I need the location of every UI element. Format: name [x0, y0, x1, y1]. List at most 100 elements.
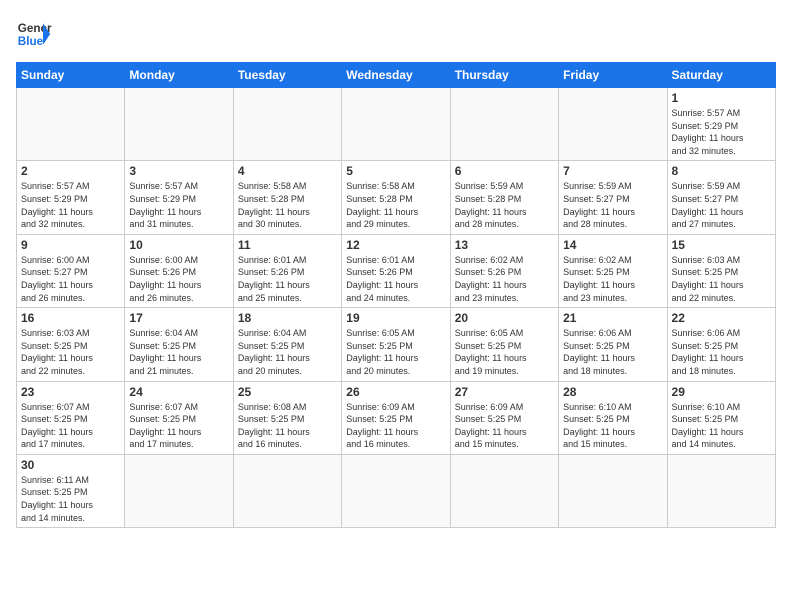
day-info: Sunrise: 6:04 AM Sunset: 5:25 PM Dayligh… — [238, 327, 337, 377]
day-cell — [450, 88, 558, 161]
day-number: 11 — [238, 238, 337, 252]
day-cell: 2 Sunrise: 5:57 AM Sunset: 5:29 PM Daylig… — [17, 161, 125, 234]
day-cell: 26 Sunrise: 6:09 AM Sunset: 5:25 PM Dayli… — [342, 381, 450, 454]
day-cell: 1 Sunrise: 5:57 AM Sunset: 5:29 PM Daylig… — [667, 88, 775, 161]
weekday-header-friday: Friday — [559, 63, 667, 88]
day-info: Sunrise: 6:00 AM Sunset: 5:26 PM Dayligh… — [129, 254, 228, 304]
day-number: 22 — [672, 311, 771, 325]
day-number: 1 — [672, 91, 771, 105]
weekday-header-monday: Monday — [125, 63, 233, 88]
day-info: Sunrise: 6:10 AM Sunset: 5:25 PM Dayligh… — [672, 401, 771, 451]
day-info: Sunrise: 5:58 AM Sunset: 5:28 PM Dayligh… — [238, 180, 337, 230]
day-info: Sunrise: 6:02 AM Sunset: 5:25 PM Dayligh… — [563, 254, 662, 304]
day-info: Sunrise: 6:10 AM Sunset: 5:25 PM Dayligh… — [563, 401, 662, 451]
day-number: 27 — [455, 385, 554, 399]
day-info: Sunrise: 6:04 AM Sunset: 5:25 PM Dayligh… — [129, 327, 228, 377]
page-container: General Blue SundayMondayTuesdayWednesda… — [16, 16, 776, 528]
day-number: 3 — [129, 164, 228, 178]
logo-icon: General Blue — [16, 16, 52, 52]
day-cell — [342, 454, 450, 527]
day-cell: 8 Sunrise: 5:59 AM Sunset: 5:27 PM Daylig… — [667, 161, 775, 234]
day-cell: 15Sunrise: 6:03 AM Sunset: 5:25 PM Dayli… — [667, 234, 775, 307]
day-info: Sunrise: 6:08 AM Sunset: 5:25 PM Dayligh… — [238, 401, 337, 451]
day-number: 14 — [563, 238, 662, 252]
day-info: Sunrise: 6:09 AM Sunset: 5:25 PM Dayligh… — [346, 401, 445, 451]
day-number: 2 — [21, 164, 120, 178]
day-info: Sunrise: 6:06 AM Sunset: 5:25 PM Dayligh… — [563, 327, 662, 377]
day-info: Sunrise: 5:57 AM Sunset: 5:29 PM Dayligh… — [21, 180, 120, 230]
day-number: 20 — [455, 311, 554, 325]
day-cell: 13Sunrise: 6:02 AM Sunset: 5:26 PM Dayli… — [450, 234, 558, 307]
weekday-header-wednesday: Wednesday — [342, 63, 450, 88]
day-number: 29 — [672, 385, 771, 399]
day-info: Sunrise: 6:09 AM Sunset: 5:25 PM Dayligh… — [455, 401, 554, 451]
day-number: 26 — [346, 385, 445, 399]
day-info: Sunrise: 6:05 AM Sunset: 5:25 PM Dayligh… — [346, 327, 445, 377]
day-cell — [125, 454, 233, 527]
day-info: Sunrise: 6:07 AM Sunset: 5:25 PM Dayligh… — [129, 401, 228, 451]
day-cell — [450, 454, 558, 527]
day-cell: 5 Sunrise: 5:58 AM Sunset: 5:28 PM Daylig… — [342, 161, 450, 234]
day-cell: 21 Sunrise: 6:06 AM Sunset: 5:25 PM Dayli… — [559, 308, 667, 381]
day-number: 23 — [21, 385, 120, 399]
week-row-6: 30Sunrise: 6:11 AM Sunset: 5:25 PM Dayli… — [17, 454, 776, 527]
calendar-table: SundayMondayTuesdayWednesdayThursdayFrid… — [16, 62, 776, 528]
day-cell: 22 Sunrise: 6:06 AM Sunset: 5:25 PM Dayli… — [667, 308, 775, 381]
day-cell: 10 Sunrise: 6:00 AM Sunset: 5:26 PM Dayli… — [125, 234, 233, 307]
day-info: Sunrise: 6:00 AM Sunset: 5:27 PM Dayligh… — [21, 254, 120, 304]
day-info: Sunrise: 5:57 AM Sunset: 5:29 PM Dayligh… — [672, 107, 771, 157]
day-info: Sunrise: 5:59 AM Sunset: 5:28 PM Dayligh… — [455, 180, 554, 230]
day-number: 6 — [455, 164, 554, 178]
week-row-2: 2 Sunrise: 5:57 AM Sunset: 5:29 PM Daylig… — [17, 161, 776, 234]
day-info: Sunrise: 6:02 AM Sunset: 5:26 PM Dayligh… — [455, 254, 554, 304]
day-info: Sunrise: 6:05 AM Sunset: 5:25 PM Dayligh… — [455, 327, 554, 377]
day-info: Sunrise: 5:57 AM Sunset: 5:29 PM Dayligh… — [129, 180, 228, 230]
day-info: Sunrise: 5:59 AM Sunset: 5:27 PM Dayligh… — [672, 180, 771, 230]
day-cell: 23 Sunrise: 6:07 AM Sunset: 5:25 PM Dayli… — [17, 381, 125, 454]
day-number: 16 — [21, 311, 120, 325]
day-info: Sunrise: 6:03 AM Sunset: 5:25 PM Dayligh… — [672, 254, 771, 304]
day-cell: 4Sunrise: 5:58 AM Sunset: 5:28 PM Daylig… — [233, 161, 341, 234]
day-number: 12 — [346, 238, 445, 252]
day-number: 10 — [129, 238, 228, 252]
svg-text:Blue: Blue — [18, 35, 44, 48]
logo: General Blue — [16, 16, 52, 52]
day-number: 24 — [129, 385, 228, 399]
day-cell — [559, 454, 667, 527]
day-info: Sunrise: 6:01 AM Sunset: 5:26 PM Dayligh… — [238, 254, 337, 304]
day-cell: 7Sunrise: 5:59 AM Sunset: 5:27 PM Daylig… — [559, 161, 667, 234]
day-info: Sunrise: 6:06 AM Sunset: 5:25 PM Dayligh… — [672, 327, 771, 377]
day-info: Sunrise: 6:11 AM Sunset: 5:25 PM Dayligh… — [21, 474, 120, 524]
day-cell: 16Sunrise: 6:03 AM Sunset: 5:25 PM Dayli… — [17, 308, 125, 381]
day-cell: 27 Sunrise: 6:09 AM Sunset: 5:25 PM Dayli… — [450, 381, 558, 454]
day-cell — [559, 88, 667, 161]
day-cell: 19Sunrise: 6:05 AM Sunset: 5:25 PM Dayli… — [342, 308, 450, 381]
weekday-header-row: SundayMondayTuesdayWednesdayThursdayFrid… — [17, 63, 776, 88]
day-number: 5 — [346, 164, 445, 178]
weekday-header-tuesday: Tuesday — [233, 63, 341, 88]
day-number: 25 — [238, 385, 337, 399]
day-cell: 17 Sunrise: 6:04 AM Sunset: 5:25 PM Dayli… — [125, 308, 233, 381]
day-info: Sunrise: 5:58 AM Sunset: 5:28 PM Dayligh… — [346, 180, 445, 230]
day-cell: 11 Sunrise: 6:01 AM Sunset: 5:26 PM Dayli… — [233, 234, 341, 307]
week-row-3: 9 Sunrise: 6:00 AM Sunset: 5:27 PM Daylig… — [17, 234, 776, 307]
day-cell: 30Sunrise: 6:11 AM Sunset: 5:25 PM Dayli… — [17, 454, 125, 527]
day-info: Sunrise: 6:07 AM Sunset: 5:25 PM Dayligh… — [21, 401, 120, 451]
day-number: 17 — [129, 311, 228, 325]
day-number: 7 — [563, 164, 662, 178]
day-cell: 20 Sunrise: 6:05 AM Sunset: 5:25 PM Dayli… — [450, 308, 558, 381]
week-row-1: 1 Sunrise: 5:57 AM Sunset: 5:29 PM Daylig… — [17, 88, 776, 161]
day-cell: 18Sunrise: 6:04 AM Sunset: 5:25 PM Dayli… — [233, 308, 341, 381]
day-cell: 14 Sunrise: 6:02 AM Sunset: 5:25 PM Dayli… — [559, 234, 667, 307]
day-number: 21 — [563, 311, 662, 325]
week-row-4: 16Sunrise: 6:03 AM Sunset: 5:25 PM Dayli… — [17, 308, 776, 381]
day-cell: 9 Sunrise: 6:00 AM Sunset: 5:27 PM Daylig… — [17, 234, 125, 307]
day-cell — [342, 88, 450, 161]
day-number: 8 — [672, 164, 771, 178]
day-number: 28 — [563, 385, 662, 399]
weekday-header-thursday: Thursday — [450, 63, 558, 88]
day-cell — [233, 454, 341, 527]
day-cell: 28 Sunrise: 6:10 AM Sunset: 5:25 PM Dayli… — [559, 381, 667, 454]
day-number: 9 — [21, 238, 120, 252]
day-cell: 12Sunrise: 6:01 AM Sunset: 5:26 PM Dayli… — [342, 234, 450, 307]
